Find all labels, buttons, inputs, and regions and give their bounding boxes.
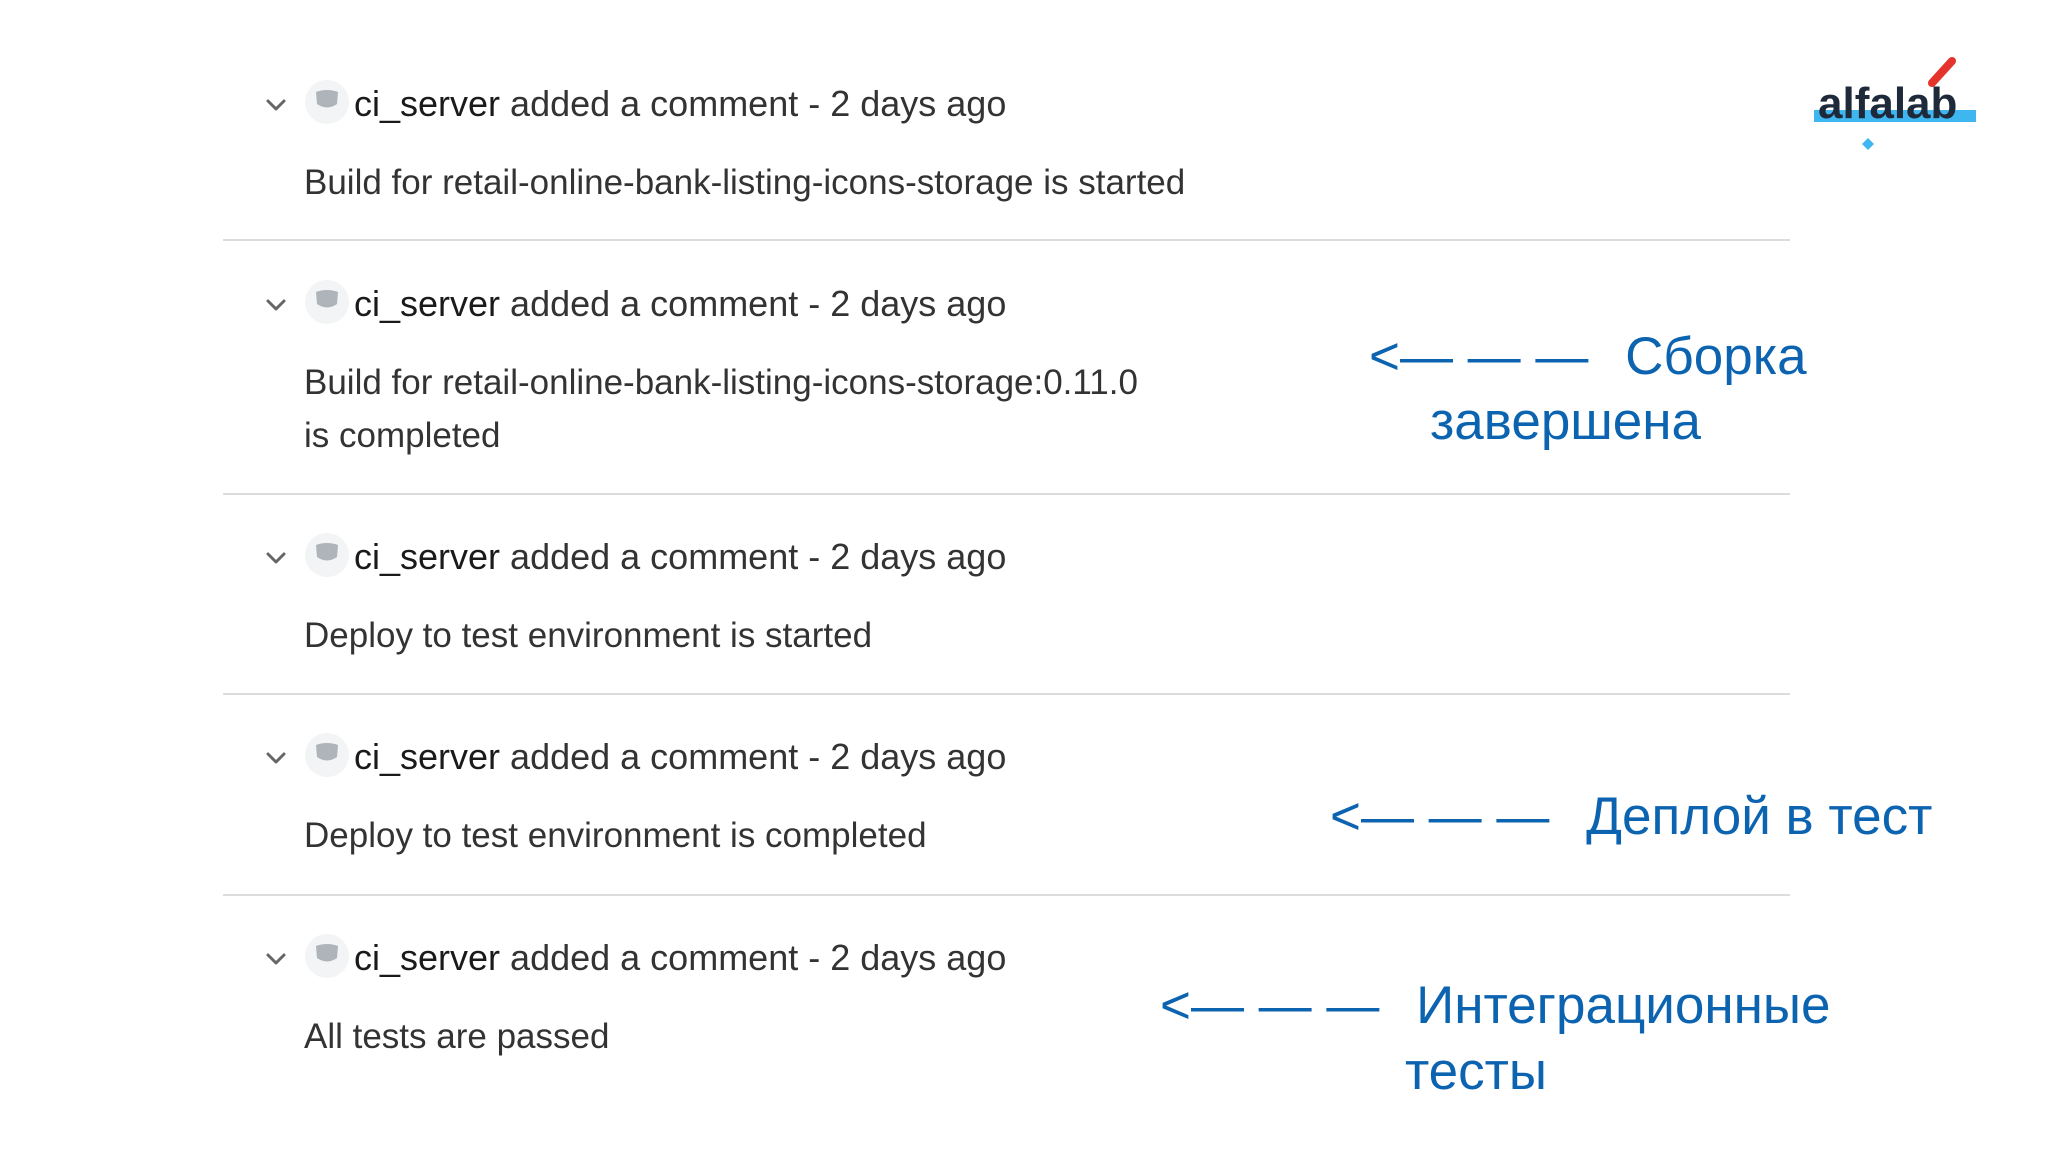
comment-divider [223, 894, 1790, 896]
comment-body: Build for retail-online-bank-listing-ico… [304, 356, 1254, 462]
user-avatar-icon[interactable] [305, 733, 349, 777]
chevron-down-icon[interactable] [263, 946, 289, 972]
comment-body: Build for retail-online-bank-listing-ico… [304, 163, 1186, 202]
comment-body-line: is completed [304, 416, 501, 455]
comment-header: ci_server added a comment - 2 days ago [223, 80, 1223, 140]
comment-action: added a comment - 2 days ago [500, 736, 1007, 777]
comment-action: added a comment - 2 days ago [500, 937, 1007, 978]
chevron-down-icon[interactable] [263, 545, 289, 571]
comment-divider [223, 239, 1790, 241]
comment-author-link[interactable]: ci_server [354, 736, 500, 777]
comment-header: ci_server added a comment - 2 days ago [223, 733, 1223, 793]
comment-header: ci_server added a comment - 2 days ago [223, 280, 1223, 340]
annotation-text: тесты [1405, 1042, 1548, 1101]
comment-meta: ci_server added a comment - 2 days ago [354, 82, 1006, 126]
comment-divider [223, 693, 1790, 695]
user-avatar-icon[interactable] [305, 934, 349, 978]
comment-divider [223, 493, 1790, 495]
comment-action: added a comment - 2 days ago [500, 536, 1007, 577]
comment-body: Deploy to test environment is started [304, 616, 873, 655]
annotation-text: Интеграционные [1416, 976, 1831, 1035]
user-avatar-icon[interactable] [305, 280, 349, 324]
chevron-down-icon[interactable] [263, 92, 289, 118]
user-avatar-icon[interactable] [305, 533, 349, 577]
user-avatar-icon[interactable] [305, 80, 349, 124]
chevron-down-icon[interactable] [263, 745, 289, 771]
comment-author-link[interactable]: ci_server [354, 536, 500, 577]
comment-meta: ci_server added a comment - 2 days ago [354, 282, 1006, 326]
alfalab-logo: alfalab [1812, 55, 1982, 150]
annotation-build-completed-line2: завершена [1430, 390, 1701, 454]
comment-body: All tests are passed [304, 1017, 610, 1056]
comment-body: Deploy to test environment is completed [304, 816, 927, 855]
annotation-arrow: <— — — [1330, 787, 1550, 846]
chevron-down-icon[interactable] [263, 292, 289, 318]
comment-meta: ci_server added a comment - 2 days ago [354, 735, 1006, 779]
comment-meta: ci_server added a comment - 2 days ago [354, 535, 1006, 579]
logo-text: alfalab [1818, 79, 1957, 128]
annotation-text: завершена [1430, 392, 1702, 451]
comment-body-line: Build for retail-online-bank-listing-ico… [304, 363, 1138, 402]
annotation-arrow: <— — — [1160, 976, 1380, 1035]
annotation-arrow: <— — — [1369, 327, 1589, 386]
annotation-deploy-test: <— — — Деплой в тест [1330, 785, 1932, 849]
annotation-integration-tests: <— — — Интеграционные [1160, 974, 1831, 1038]
annotation-text: Сборка [1625, 327, 1807, 386]
comment-meta: ci_server added a comment - 2 days ago [354, 936, 1006, 980]
comment-header: ci_server added a comment - 2 days ago [223, 533, 1223, 593]
comment-header: ci_server added a comment - 2 days ago [223, 934, 1223, 994]
comment-author-link[interactable]: ci_server [354, 283, 500, 324]
comment-action: added a comment - 2 days ago [500, 283, 1007, 324]
annotation-integration-tests-line2: тесты [1405, 1040, 1547, 1104]
annotation-build-completed: <— — — Сборка [1369, 325, 1807, 389]
comment-author-link[interactable]: ci_server [354, 83, 500, 124]
annotation-text: Деплой в тест [1586, 787, 1933, 846]
comment-author-link[interactable]: ci_server [354, 937, 500, 978]
comment-action: added a comment - 2 days ago [500, 83, 1007, 124]
